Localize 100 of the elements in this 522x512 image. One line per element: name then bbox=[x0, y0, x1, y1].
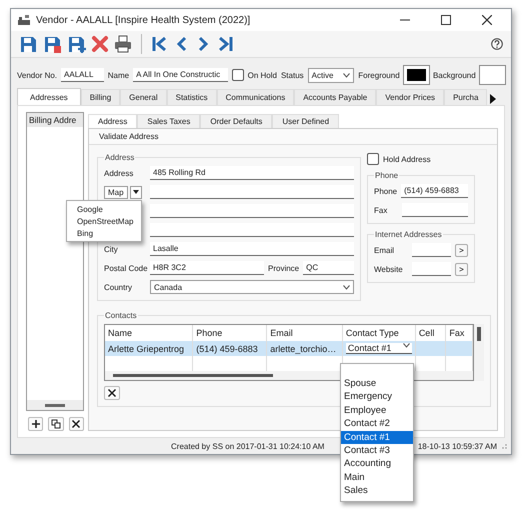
list-item[interactable]: Billing Addre bbox=[27, 113, 83, 127]
dropdown-option[interactable]: Contact #3 bbox=[341, 444, 413, 458]
tab[interactable]: Statistics bbox=[166, 89, 217, 105]
column-header[interactable]: Name bbox=[105, 325, 193, 341]
scrollbar-thumb[interactable] bbox=[45, 404, 65, 406]
printer-icon[interactable] bbox=[114, 35, 132, 53]
caret-down-icon bbox=[132, 190, 139, 194]
dropdown-option[interactable]: Main bbox=[341, 470, 413, 484]
column-header[interactable]: Fax bbox=[446, 325, 472, 341]
column-header[interactable]: Phone bbox=[192, 325, 267, 341]
window-title: Vendor - AALALL [Inspire Health System (2022)] bbox=[36, 14, 250, 26]
tab[interactable]: Addresses bbox=[17, 88, 81, 105]
first-record-icon[interactable] bbox=[151, 35, 169, 53]
save-close-icon[interactable] bbox=[43, 34, 62, 54]
column-header[interactable]: Contact Type bbox=[342, 325, 416, 341]
go-button[interactable]: > bbox=[455, 262, 468, 276]
field-label: Name bbox=[108, 70, 130, 80]
field-label: City bbox=[104, 244, 119, 254]
contact-type-dropdown[interactable]: Contact #1 bbox=[346, 343, 412, 354]
chevron-down-icon bbox=[402, 343, 410, 348]
field-label: Postal Code bbox=[104, 264, 146, 272]
dropdown-option[interactable]: Employee bbox=[341, 404, 413, 418]
city-field[interactable]: Lasalle bbox=[150, 242, 354, 256]
add-icon[interactable] bbox=[30, 419, 41, 429]
table-cell: (514) 459-6883 bbox=[192, 341, 267, 356]
dropdown-option[interactable]: Accounting bbox=[341, 457, 413, 471]
save-icon[interactable] bbox=[19, 34, 38, 54]
address-field[interactable] bbox=[150, 223, 354, 237]
fax-field[interactable] bbox=[402, 203, 468, 217]
checkbox[interactable] bbox=[232, 69, 244, 81]
group-title: Contacts bbox=[104, 311, 138, 320]
scrollbar-thumb[interactable] bbox=[477, 327, 481, 341]
phone-field[interactable]: (514) 459-6883 bbox=[401, 184, 468, 198]
column-header[interactable]: Email bbox=[266, 325, 342, 341]
maximize-icon[interactable] bbox=[441, 15, 451, 25]
chevron-down-icon bbox=[343, 72, 350, 78]
field-label: Country bbox=[104, 282, 134, 292]
dropdown-option[interactable]: Emergency bbox=[341, 390, 413, 404]
email-field[interactable] bbox=[412, 243, 451, 257]
address-field[interactable] bbox=[150, 204, 354, 218]
last-record-icon[interactable] bbox=[216, 35, 234, 53]
checkbox-label: On Hold bbox=[248, 70, 277, 80]
dropdown-button[interactable] bbox=[130, 186, 142, 198]
app-icon bbox=[17, 14, 31, 26]
vendor-number-field[interactable]: AALALL bbox=[61, 68, 104, 82]
checkbox-label: Hold Address bbox=[383, 154, 431, 164]
tab[interactable]: General bbox=[120, 89, 167, 105]
group-title: Address bbox=[104, 153, 136, 162]
copy-icon[interactable] bbox=[50, 419, 61, 429]
dropdown-option[interactable]: Spouse bbox=[341, 377, 413, 390]
dropdown-option[interactable]: Sales bbox=[341, 484, 413, 498]
color-swatch[interactable] bbox=[404, 66, 429, 84]
dropdown-option[interactable]: Contact #1 bbox=[341, 430, 413, 444]
created-info: Created by SS on 2017-01-31 10:24:10 AM bbox=[171, 442, 324, 450]
help-icon[interactable] bbox=[491, 38, 503, 50]
field-label: Background bbox=[432, 70, 476, 80]
field-label: Email bbox=[374, 246, 396, 254]
delete-icon[interactable] bbox=[107, 388, 117, 398]
group-title: Phone bbox=[374, 171, 400, 180]
dropdown-option[interactable]: Contact #2 bbox=[341, 417, 413, 431]
close-icon[interactable] bbox=[482, 15, 492, 25]
address-field[interactable]: 485 Rolling Rd bbox=[150, 166, 354, 180]
field-label: Province bbox=[268, 264, 300, 272]
tab[interactable]: Billing bbox=[80, 89, 120, 105]
go-button[interactable]: > bbox=[455, 244, 468, 256]
column-header[interactable]: Cell bbox=[415, 325, 446, 341]
field-label: Fax bbox=[374, 206, 388, 214]
tab[interactable]: Vendor Prices bbox=[376, 89, 444, 105]
color-swatch[interactable] bbox=[480, 66, 505, 84]
map-button[interactable]: Map bbox=[104, 186, 128, 198]
tab[interactable]: Address bbox=[88, 114, 138, 128]
save-new-icon[interactable] bbox=[67, 34, 86, 54]
modified-info: 18-10-13 10:59:37 AM bbox=[418, 442, 497, 450]
validate-address-button[interactable]: Validate Address bbox=[99, 132, 158, 141]
website-field[interactable] bbox=[412, 262, 451, 276]
field-label: Address bbox=[104, 168, 134, 178]
chevron-down-icon bbox=[343, 284, 350, 290]
province-field[interactable]: QC bbox=[303, 261, 354, 275]
checkbox[interactable] bbox=[367, 153, 379, 165]
tab[interactable]: Purcha bbox=[444, 89, 488, 105]
address-field[interactable] bbox=[150, 185, 354, 199]
scrollbar-thumb[interactable] bbox=[113, 374, 273, 377]
delete-icon[interactable] bbox=[71, 419, 82, 429]
postal-code-field[interactable]: H8R 3C2 bbox=[150, 261, 264, 275]
name-field[interactable]: A All In One Constructic bbox=[133, 68, 228, 82]
resize-grip-icon[interactable] bbox=[501, 443, 507, 449]
status-dropdown[interactable]: Active bbox=[308, 68, 354, 82]
group-title: Internet Addresses bbox=[374, 230, 443, 239]
country-dropdown[interactable]: Canada bbox=[150, 280, 354, 294]
field-label: Vendor No. bbox=[17, 70, 58, 80]
tab[interactable]: Order Defaults bbox=[200, 114, 272, 128]
menu-item[interactable]: Bing bbox=[67, 227, 141, 239]
tab[interactable]: Accounts Payable bbox=[294, 89, 376, 105]
tab[interactable]: User Defined bbox=[272, 114, 340, 128]
tab[interactable]: Communications bbox=[216, 89, 294, 105]
menu-item[interactable]: Google bbox=[67, 203, 141, 215]
table-cell: arlette_torchio… bbox=[266, 341, 342, 356]
tab[interactable]: Sales Taxes bbox=[137, 114, 200, 128]
menu-item[interactable]: OpenStreetMap bbox=[67, 215, 141, 227]
field-label: Foreground bbox=[358, 70, 400, 80]
